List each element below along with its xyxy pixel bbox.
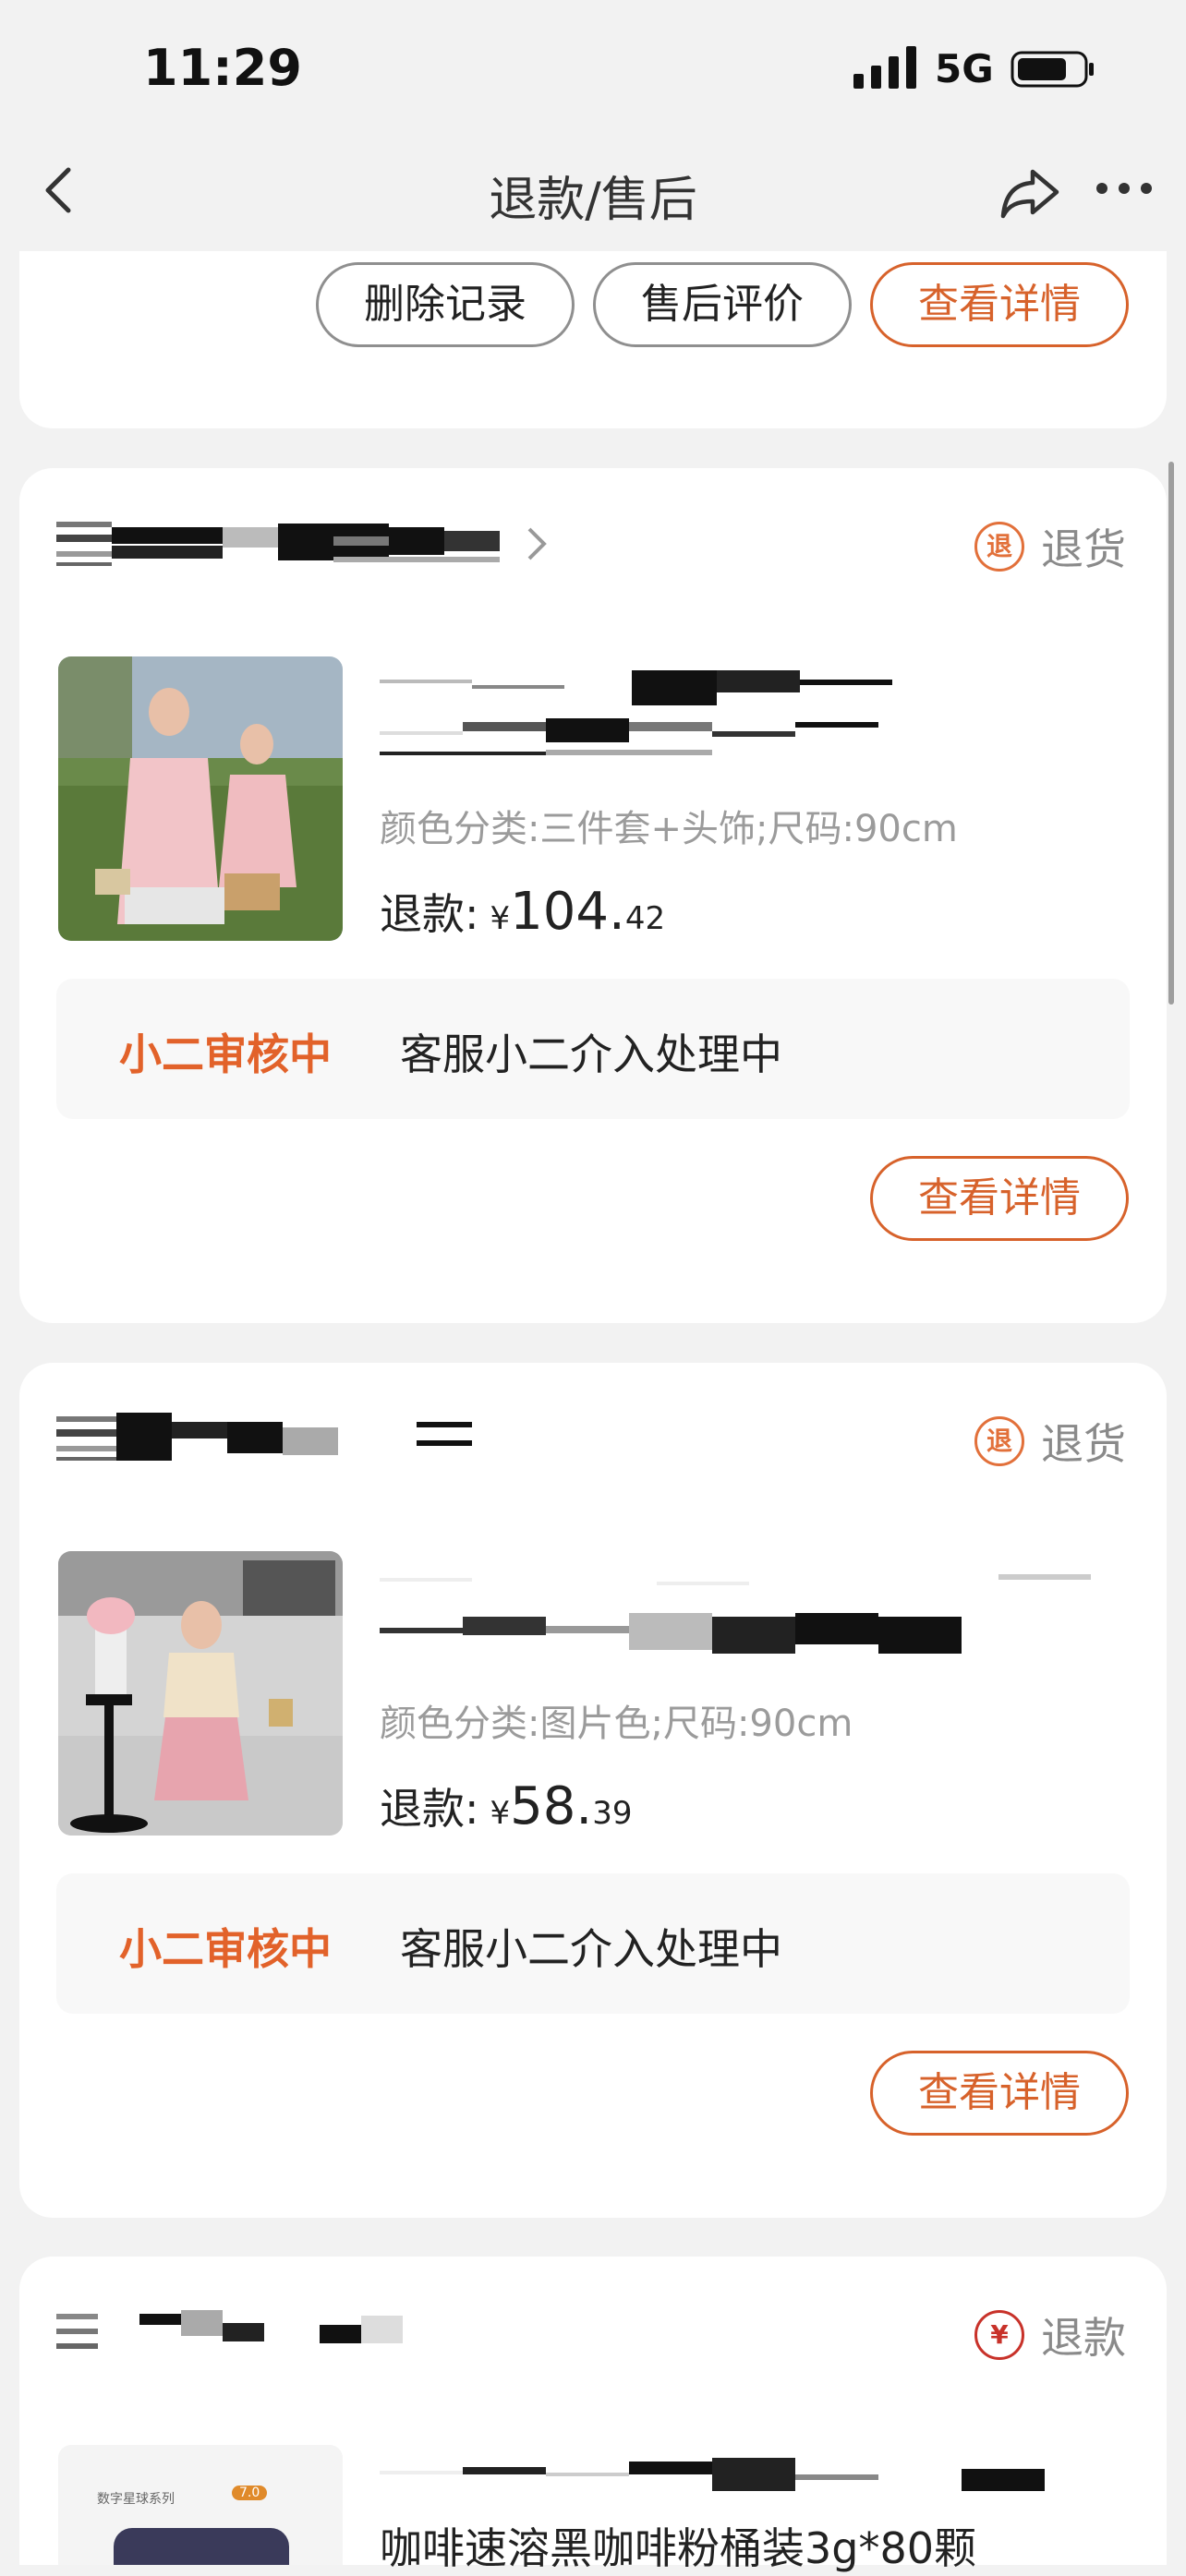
product-image[interactable] [58,1551,343,1836]
share-icon[interactable] [998,159,1064,225]
after-sale-type-label: 退款 [1041,2313,1126,2363]
view-details-button[interactable]: 查看详情 [870,262,1129,347]
product-title-redacted [380,670,892,755]
order-card: ¥ 退款 数字星球系列 7.0 咖啡速溶黑咖啡粉桶装3g*80颗 [19,2257,1167,2573]
refund-amount-integer: 58. [510,1776,593,1836]
product-variant: 颜色分类:图片色;尺码:90cm [380,1703,853,1745]
refund-amount-integer: 104. [510,882,625,942]
refund-amount-decimal: 42 [624,900,666,937]
store-name-redacted[interactable] [56,514,555,573]
store-name-redacted[interactable] [56,1409,555,1468]
currency-symbol: ¥ [490,1795,511,1832]
order-card-top: 删除记录 售后评价 查看详情 [19,251,1167,428]
delete-record-button[interactable]: 删除记录 [316,262,575,347]
battery-icon [1011,51,1094,88]
product-image[interactable]: 数字星球系列 7.0 [58,2445,343,2565]
status-time: 11:29 [143,39,302,97]
network-type: 5G [935,46,994,91]
refund-status-box[interactable]: 小二审核中 客服小二介入处理中 [56,979,1130,1119]
after-sale-review-button[interactable]: 售后评价 [593,262,852,347]
refund-status-description: 客服小二介入处理中 [400,1924,782,1974]
store-name-redacted[interactable] [56,2303,555,2362]
refund-status: 小二审核中 [119,1924,332,1974]
return-icon: 退 [974,522,1024,572]
package-badge: 7.0 [232,2486,268,2500]
product-variant: 颜色分类:三件套+头饰;尺码:90cm [380,808,958,850]
refund-label: 退款: [380,889,479,939]
package-label: 数字星球系列 [97,2492,175,2507]
refund-amount-decimal: 39 [592,1795,633,1832]
refund-status: 小二审核中 [119,1029,332,1079]
refund-status-box[interactable]: 小二审核中 客服小二介入处理中 [56,1873,1130,2014]
refund-amount: 退款: ¥58.39 [380,1776,632,1836]
after-sale-type: ¥ 退款 [974,2303,1126,2367]
refund-yen-icon: ¥ [974,2310,1024,2360]
after-sale-type: 退 退货 [974,514,1126,579]
view-details-button[interactable]: 查看详情 [870,1156,1129,1241]
refund-status-description: 客服小二介入处理中 [400,1029,782,1079]
scrollbar[interactable] [1168,462,1174,1005]
product-title-redacted [380,1574,1091,1654]
view-details-button[interactable]: 查看详情 [870,2051,1129,2136]
nav-bar: 退款/售后 [0,138,1186,249]
after-sale-type: 退 退货 [974,1409,1126,1474]
return-icon: 退 [974,1416,1024,1466]
order-card: 退 退货 颜色分类:图片色;尺码:90cm 退款: ¥58.39 小二审核中 客服… [19,1363,1167,2218]
more-icon[interactable] [1095,179,1154,198]
package-lid [114,2528,289,2565]
currency-symbol: ¥ [490,900,511,937]
after-sale-type-label: 退货 [1041,524,1126,574]
refund-label: 退款: [380,1784,479,1834]
signal-icon [853,46,916,89]
after-sale-type-label: 退货 [1041,1419,1126,1469]
product-image[interactable] [58,656,343,941]
refund-amount: 退款: ¥104.42 [380,881,665,942]
status-bar: 11:29 5G [0,0,1186,138]
product-title: 咖啡速溶黑咖啡粉桶装3g*80颗 [380,2523,976,2573]
product-title-redacted [380,2458,1045,2491]
order-card: 退 退货 颜色分类:三件套+头饰;尺码:90cm 退款: ¥104.42 小二审核… [19,468,1167,1323]
